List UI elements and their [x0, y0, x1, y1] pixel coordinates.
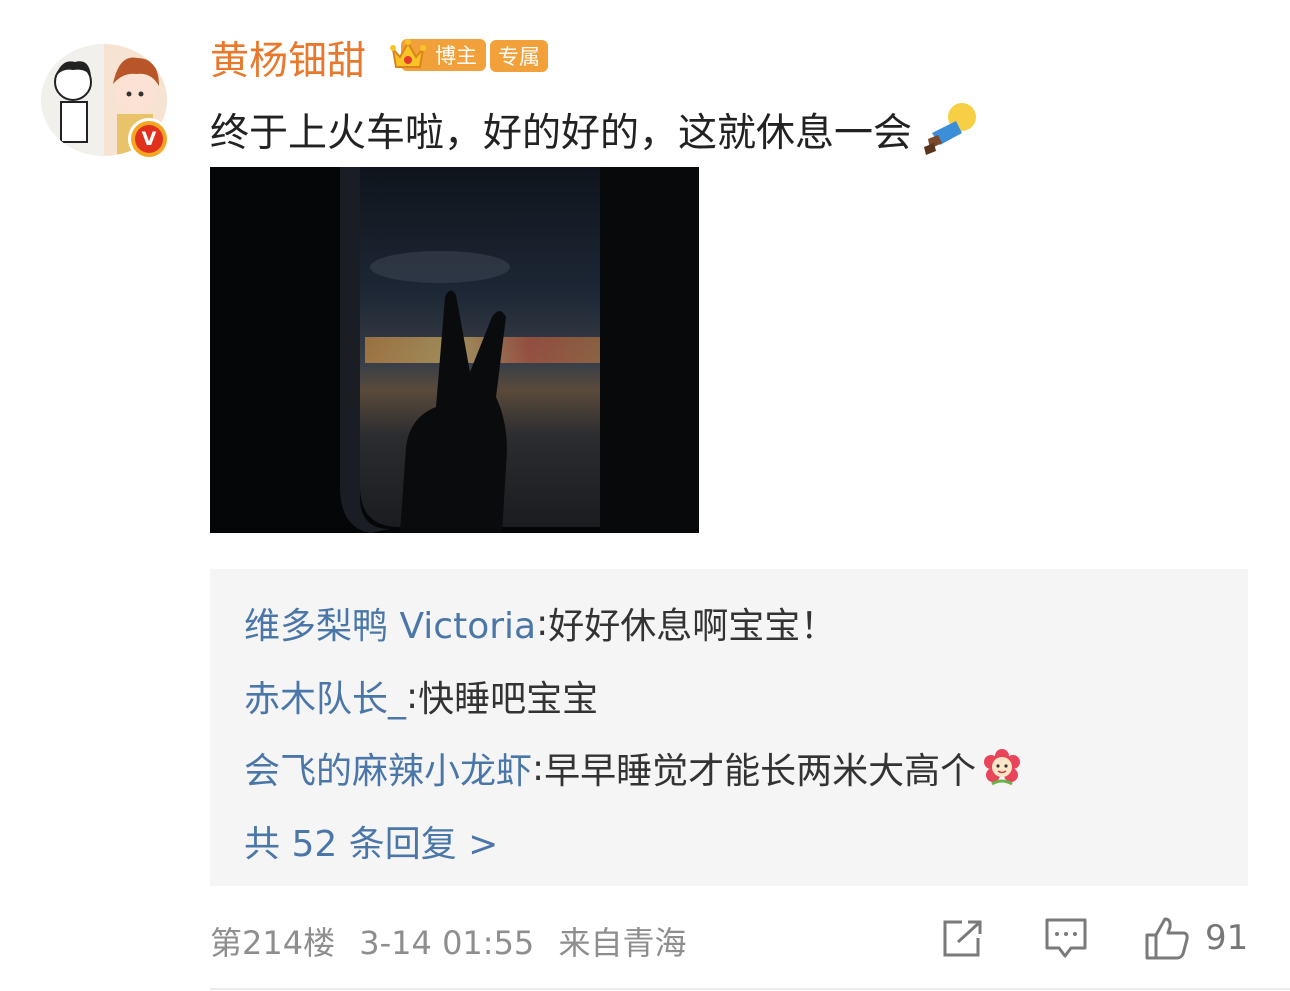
- share-button[interactable]: [940, 914, 986, 962]
- comment-button[interactable]: [1043, 914, 1089, 962]
- reply-item[interactable]: 赤木队长_: 快睡吧宝宝: [244, 670, 598, 722]
- reply-text: 快睡吧宝宝: [418, 679, 599, 720]
- post-source: 来自青海: [558, 924, 687, 962]
- more-replies-link[interactable]: 共 52 条回复 >: [244, 815, 498, 867]
- replies-panel: 维多梨鸭 Victoria: 好好休息啊宝宝！ 赤木队长_: 快睡吧宝宝 会飞的…: [210, 569, 1248, 886]
- reply-user[interactable]: 会飞的麻辣小龙虾: [244, 742, 532, 794]
- post-time: 3-14 01:55: [359, 924, 535, 962]
- author-name[interactable]: 黄杨钿甜: [210, 30, 366, 86]
- reply-text: 好好休息啊宝宝！: [548, 606, 837, 647]
- divider: [210, 988, 1290, 990]
- reply-user[interactable]: 赤木队长_: [244, 670, 406, 722]
- like-count: 91: [1205, 918, 1249, 958]
- reply-text: 早早睡觉才能长两米大高个: [544, 751, 977, 792]
- sleeping-person-icon: [924, 103, 977, 155]
- exclusive-badge: 专属: [490, 40, 548, 72]
- blogger-badge: 博主: [389, 35, 486, 75]
- reply-user[interactable]: 维多梨鸭 Victoria: [244, 597, 536, 649]
- share-icon: [943, 920, 982, 957]
- reply-item[interactable]: 会飞的麻辣小龙虾: 早早睡觉才能长两米大高个: [244, 742, 1022, 794]
- floor-number: 第214楼: [210, 924, 336, 962]
- flower-face-icon: [984, 749, 1021, 786]
- post-text: 终于上火车啦，好的好的，这就休息一会: [210, 99, 980, 161]
- post-content: 终于上火车啦，好的好的，这就休息一会: [210, 111, 913, 156]
- verified-badge-icon: V: [128, 118, 170, 160]
- post-photo[interactable]: [210, 167, 699, 533]
- crown-icon: [390, 39, 426, 68]
- reply-item[interactable]: 维多梨鸭 Victoria: 好好休息啊宝宝！: [244, 597, 836, 649]
- post-meta: 第214楼 3-14 01:55 来自青海: [210, 918, 700, 964]
- comment-icon: [1045, 918, 1087, 958]
- like-button[interactable]: 91: [1143, 914, 1248, 962]
- thumbs-up-icon: [1145, 917, 1189, 960]
